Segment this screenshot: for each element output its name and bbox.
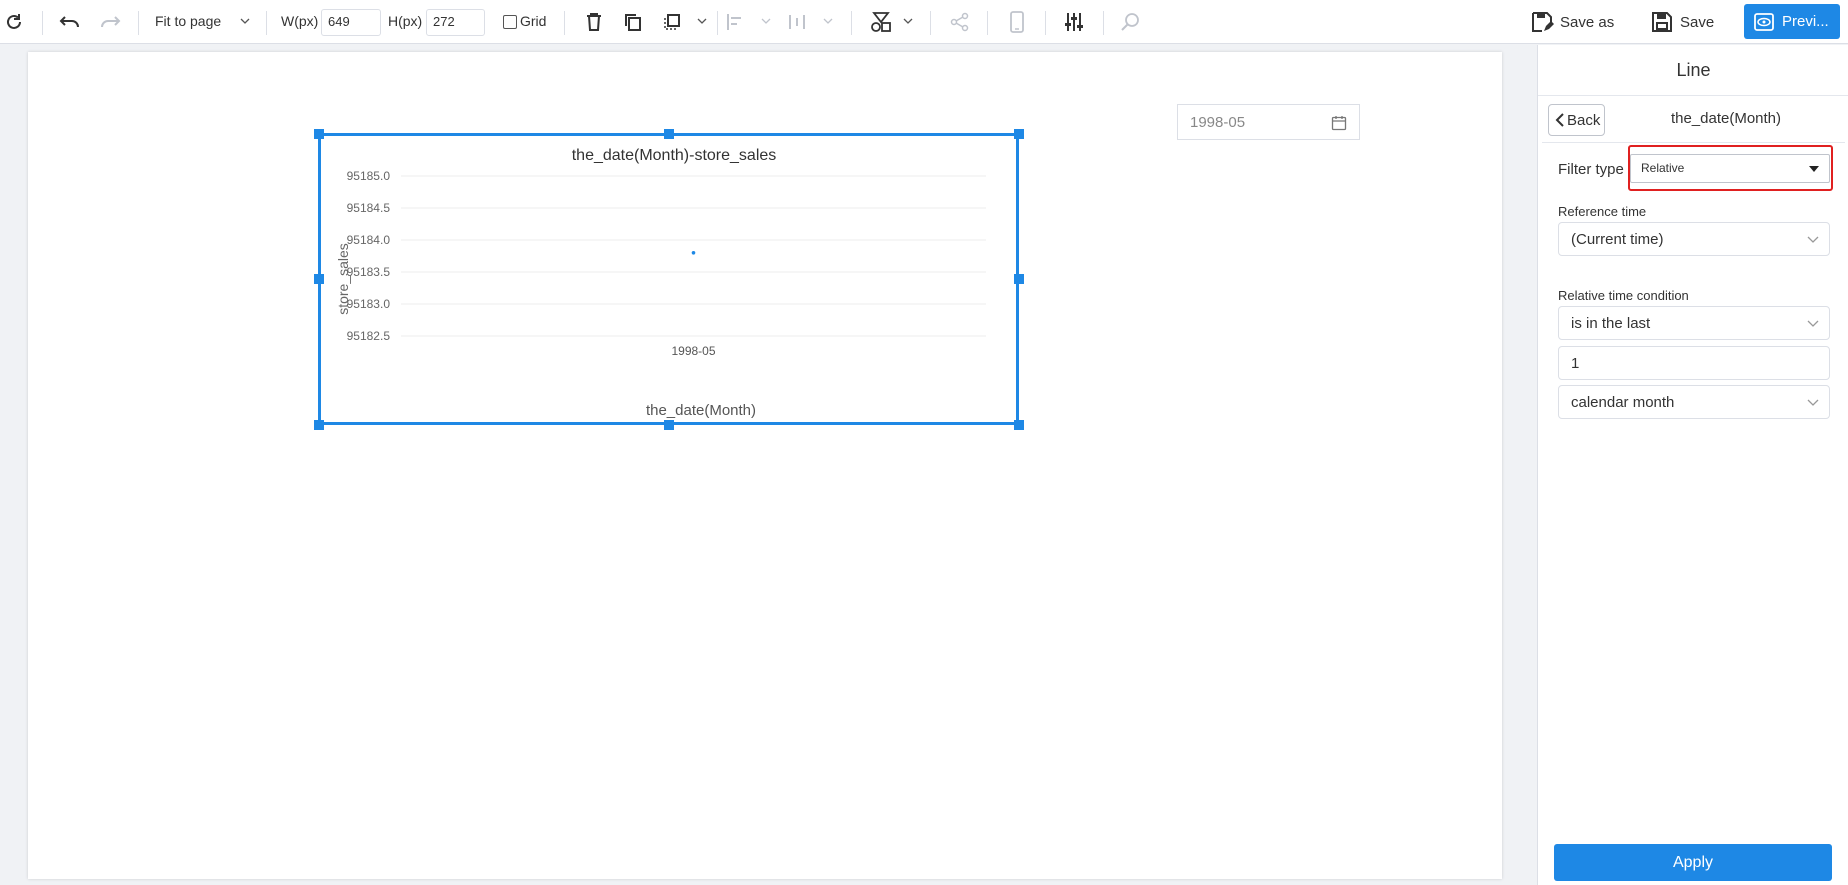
calendar-icon	[1331, 116, 1347, 131]
chevron-down-icon[interactable]	[902, 15, 914, 27]
back-button[interactable]: Back	[1548, 104, 1605, 136]
chevron-down-icon[interactable]	[239, 15, 251, 27]
redo-icon[interactable]	[98, 10, 122, 34]
resize-handle[interactable]	[314, 420, 324, 430]
line-chart: the_date(Month)-store_sales store_sales …	[335, 147, 986, 419]
toolbar-divider	[1045, 11, 1046, 35]
apply-button[interactable]: Apply	[1554, 844, 1832, 881]
chevron-left-icon	[1555, 113, 1564, 127]
chevron-down-icon	[1807, 236, 1819, 243]
reference-time-value: (Current time)	[1571, 231, 1664, 248]
copy-icon[interactable]	[621, 10, 645, 34]
panel-title: Line	[1538, 45, 1848, 96]
unit-select[interactable]: calendar month	[1558, 385, 1830, 419]
save-as-icon	[1532, 12, 1554, 32]
filter-type-label: Filter type	[1558, 161, 1624, 178]
reference-time-label: Reference time	[1558, 204, 1647, 219]
field-name: the_date(Month)	[1670, 110, 1782, 127]
resize-handle[interactable]	[1014, 274, 1024, 284]
y-tick-label: 95183.5	[347, 265, 391, 279]
y-tick-label: 95184.0	[347, 233, 391, 247]
chevron-down-icon[interactable]	[696, 15, 708, 27]
width-input[interactable]: 649	[321, 9, 381, 36]
amount-input[interactable]: 1	[1558, 346, 1830, 380]
grid-checkbox[interactable]	[503, 15, 517, 29]
height-input[interactable]: 272	[426, 9, 485, 36]
condition-select[interactable]: is in the last	[1558, 306, 1830, 340]
align-left-icon[interactable]	[723, 10, 747, 34]
shapes-icon[interactable]	[869, 10, 893, 34]
refresh-icon[interactable]	[2, 10, 26, 34]
toolbar-divider	[987, 11, 988, 35]
toolbar-divider	[138, 11, 139, 35]
preview-button[interactable]: Previ...	[1744, 4, 1840, 39]
toolbar: Fit to page W(px) 649 H(px) 272 Grid Sav…	[0, 0, 1848, 44]
chevron-down-icon[interactable]	[822, 15, 834, 27]
condition-value: is in the last	[1571, 315, 1651, 332]
grid-label: Grid	[520, 13, 547, 29]
preview-label: Previ...	[1782, 13, 1829, 30]
toolbar-divider	[266, 11, 267, 35]
chevron-down-icon[interactable]	[760, 15, 772, 27]
date-filter-value: 1998-05	[1190, 114, 1246, 131]
date-filter-picker[interactable]: 1998-05	[1177, 104, 1360, 140]
toolbar-divider	[717, 11, 718, 35]
data-point[interactable]	[691, 251, 696, 255]
divider	[1542, 142, 1845, 143]
chevron-down-icon	[1807, 320, 1819, 327]
amount-value: 1	[1571, 355, 1580, 372]
save-as-button[interactable]: Save as	[1530, 8, 1614, 36]
resize-handle[interactable]	[1014, 420, 1024, 430]
resize-handle[interactable]	[314, 129, 324, 139]
preview-icon	[1754, 12, 1774, 31]
back-label: Back	[1567, 111, 1601, 129]
distribute-icon[interactable]	[785, 10, 809, 34]
share-icon[interactable]	[948, 10, 972, 34]
y-tick-label: 95185.0	[347, 169, 391, 183]
save-icon	[1652, 12, 1672, 32]
save-label: Save	[1680, 13, 1715, 31]
resize-handle[interactable]	[664, 129, 674, 139]
reference-time-select[interactable]: (Current time)	[1558, 222, 1830, 256]
settings-sliders-icon[interactable]	[1062, 10, 1086, 34]
search-zoom-icon[interactable]	[1118, 10, 1142, 34]
toolbar-divider	[930, 11, 931, 35]
x-tick-label: 1998-05	[671, 344, 715, 358]
properties-panel: Line Back the_date(Month) Filter type Re…	[1537, 45, 1848, 885]
height-label: H(px)	[388, 13, 423, 29]
fit-to-page-select[interactable]: Fit to page	[155, 13, 221, 29]
y-tick-label: 95184.5	[347, 201, 391, 215]
toolbar-divider	[42, 11, 43, 35]
y-tick-label: 95183.0	[347, 297, 391, 311]
resize-handle[interactable]	[1014, 129, 1024, 139]
line-chart-widget[interactable]: the_date(Month)-store_sales store_sales …	[318, 133, 1019, 425]
unit-value: calendar month	[1571, 394, 1675, 411]
resize-handle[interactable]	[664, 420, 674, 430]
undo-icon[interactable]	[58, 10, 82, 34]
x-axis-label: the_date(Month)	[646, 402, 756, 419]
chart-title: the_date(Month)-store_sales	[572, 147, 777, 164]
toolbar-divider	[851, 11, 852, 35]
chevron-down-icon	[1807, 399, 1819, 406]
layer-icon[interactable]	[660, 10, 684, 34]
y-tick-label: 95182.5	[347, 329, 391, 343]
delete-icon[interactable]	[582, 10, 606, 34]
highlight-box	[1628, 145, 1833, 191]
resize-handle[interactable]	[314, 274, 324, 284]
save-button[interactable]: Save	[1650, 8, 1714, 36]
toolbar-divider	[1103, 11, 1104, 35]
width-label: W(px)	[281, 13, 319, 29]
toolbar-divider	[564, 11, 565, 35]
mobile-icon[interactable]	[1005, 10, 1029, 34]
relative-condition-label: Relative time condition	[1558, 288, 1689, 303]
save-as-label: Save as	[1560, 13, 1615, 31]
